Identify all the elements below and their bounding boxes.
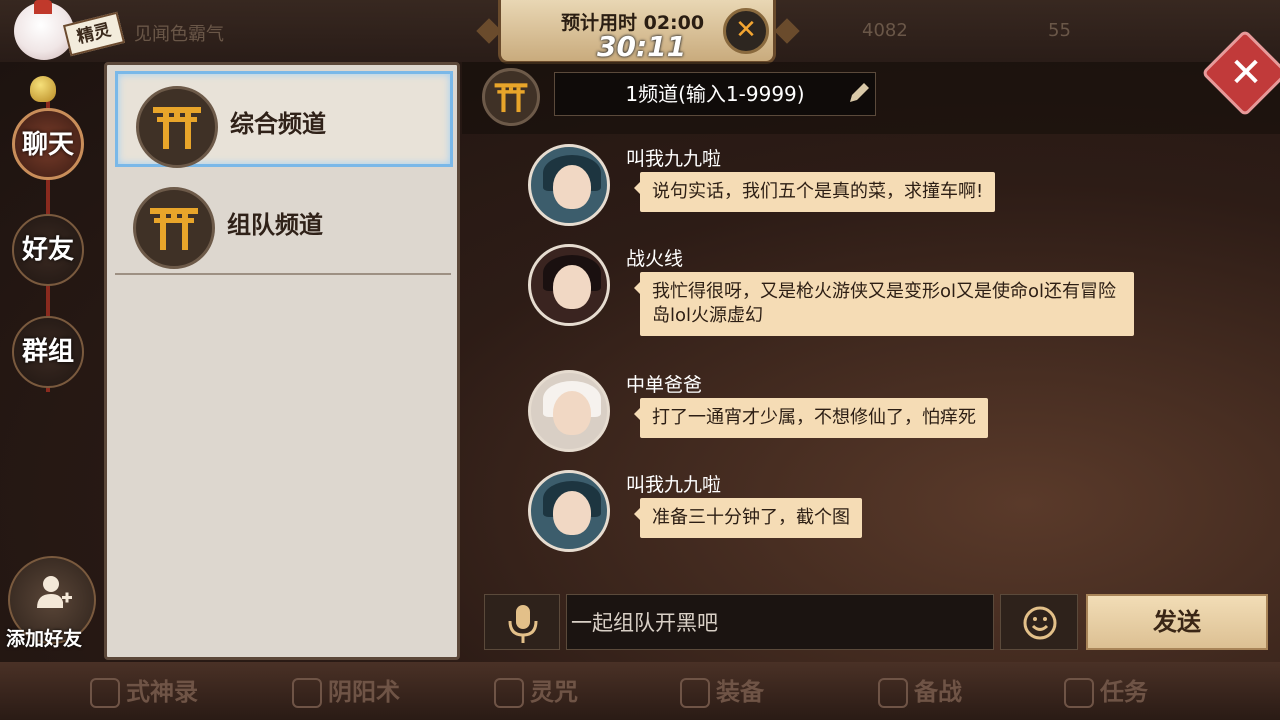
- sender-name: 战火线: [626, 248, 684, 270]
- message-bubble: 我忙得很呀，又是枪火游侠又是变形ol又是使命ol还有冒险岛lol火源虚幻: [634, 272, 1134, 336]
- bottom-item-onmyoji[interactable]: 阴阳术: [292, 672, 400, 708]
- nav-chat-button[interactable]: 聊天: [12, 108, 84, 180]
- message-bubble: 说句实话，我们五个是真的菜，求撞车啊!: [633, 172, 996, 212]
- channel-label: 组队频道: [227, 211, 323, 239]
- avatar-face: [553, 265, 591, 309]
- bottom-item-prepare[interactable]: 备战: [878, 672, 962, 708]
- sprite-hat-icon: [34, 0, 52, 14]
- message-input[interactable]: 一起组队开黑吧: [566, 594, 994, 650]
- avatar-face: [553, 491, 591, 535]
- voice-button[interactable]: [484, 594, 560, 650]
- yinyang-icon: [292, 678, 322, 708]
- add-friend-label: 添加好友: [6, 628, 83, 650]
- avatar[interactable]: [528, 470, 610, 552]
- bottom-item-shikigami[interactable]: 式神录: [90, 672, 198, 708]
- channel-list-panel: 综合频道 组队频道: [104, 62, 460, 660]
- message-bubble: 准备三十分钟了，截个图: [634, 498, 862, 538]
- chat-screen: { "top": { "sprite_tag": "精灵", "faded_ti…: [0, 0, 1280, 720]
- avatar-face: [553, 165, 591, 209]
- avatar-face: [553, 391, 591, 435]
- avatar[interactable]: [528, 370, 610, 452]
- sender-name: 中单爸爸: [626, 374, 703, 396]
- torii-icon: [482, 68, 540, 126]
- channel-item-general[interactable]: 综合频道: [115, 71, 453, 168]
- mask-icon: [90, 678, 120, 708]
- channel-label: 综合频道: [230, 110, 326, 138]
- send-button[interactable]: 发送: [1086, 594, 1268, 650]
- torii-icon: [133, 187, 215, 269]
- microphone-icon: [508, 605, 538, 643]
- divider: [115, 273, 451, 275]
- message-bubble: 打了一通宵才少属，不想修仙了，怕痒死: [634, 398, 988, 438]
- bottom-menu-bar: 式神录 阴阳术 灵咒 装备 备战 任务: [0, 662, 1280, 720]
- avatar[interactable]: [528, 144, 610, 226]
- swords-icon: [878, 678, 908, 708]
- background-stat-2: 55: [1048, 20, 1071, 41]
- sender-name: 叫我九九啦: [626, 474, 722, 496]
- background-stat: 4082: [862, 20, 908, 41]
- bottom-item-spell[interactable]: 灵咒: [494, 672, 578, 708]
- scroll-icon: [1064, 678, 1094, 708]
- smiley-icon: [1023, 606, 1057, 640]
- bell-icon: [30, 76, 56, 102]
- timer-close-button[interactable]: ✕: [723, 8, 769, 54]
- bottom-item-tasks[interactable]: 任务: [1064, 672, 1148, 708]
- chat-header: 1频道(输入1-9999): [462, 62, 1280, 134]
- background-title: 见闻色霸气: [134, 24, 224, 45]
- nav-groups-button[interactable]: 群组: [12, 316, 84, 388]
- add-person-icon: [37, 576, 72, 608]
- pencil-icon[interactable]: [846, 80, 872, 106]
- channel-number-input[interactable]: 1频道(输入1-9999): [554, 72, 876, 116]
- armor-icon: [680, 678, 710, 708]
- timer-elapsed: 30:11: [597, 30, 687, 63]
- avatar[interactable]: [528, 244, 610, 326]
- spell-icon: [494, 678, 524, 708]
- emoji-button[interactable]: [1000, 594, 1078, 650]
- torii-icon: [136, 86, 218, 168]
- bottom-item-equipment[interactable]: 装备: [680, 672, 764, 708]
- close-icon[interactable]: ✕: [1222, 46, 1270, 100]
- nav-friends-button[interactable]: 好友: [12, 214, 84, 286]
- timer-panel: 预计用时 02:00 30:11 ✕: [498, 0, 776, 64]
- sender-name: 叫我九九啦: [626, 148, 722, 170]
- channel-item-team[interactable]: 组队频道: [115, 175, 453, 271]
